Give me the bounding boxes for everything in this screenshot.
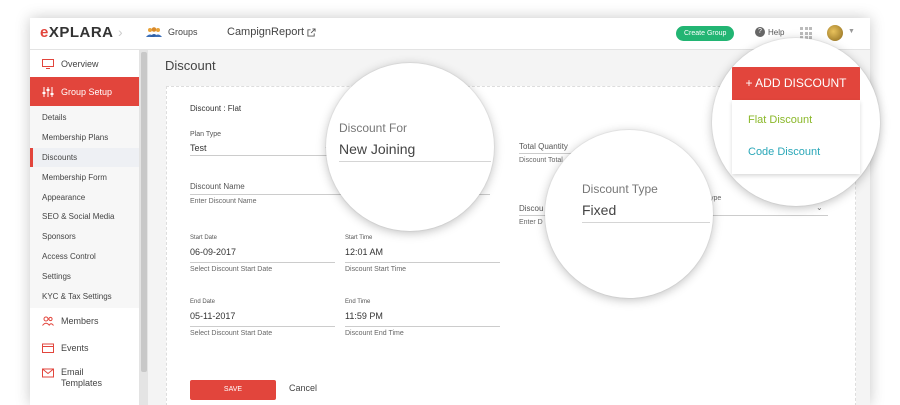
plan-type-underline bbox=[190, 155, 330, 156]
avatar[interactable] bbox=[827, 25, 843, 41]
sidebar-sub-discounts[interactable]: Discounts bbox=[30, 147, 139, 168]
external-link-icon bbox=[307, 27, 316, 37]
apps-grid-icon[interactable] bbox=[800, 27, 812, 39]
plan-type-label: Plan Type bbox=[190, 131, 222, 138]
members-icon bbox=[42, 316, 54, 327]
chevron-right-icon: › bbox=[118, 24, 123, 40]
start-date-input[interactable]: 06-09-2017 bbox=[190, 247, 236, 257]
menu-item-code-discount[interactable]: Code Discount bbox=[748, 146, 820, 158]
sidebar-item-label: Overview bbox=[61, 58, 99, 69]
chevron-down-icon[interactable]: ⌄ bbox=[816, 203, 823, 212]
discount-value-label: Discou bbox=[519, 204, 544, 213]
sidebar-sub-sponsors[interactable]: Sponsors bbox=[30, 227, 139, 247]
explara-logo[interactable]: eXPLARA bbox=[40, 24, 114, 41]
magnifier-discount-for: Discount For New Joining bbox=[326, 63, 494, 231]
help-icon: ? bbox=[755, 27, 765, 37]
groups-label: Groups bbox=[168, 27, 198, 37]
sidebar-item-members[interactable]: Members bbox=[30, 308, 139, 335]
menu-item-flat-discount[interactable]: Flat Discount bbox=[748, 114, 812, 126]
groups-icon bbox=[146, 27, 162, 37]
create-group-button[interactable]: Create Group bbox=[676, 26, 735, 41]
discount-for-underline bbox=[339, 161, 491, 162]
discount-name-placeholder: Enter Discount Name bbox=[190, 198, 257, 205]
discount-type-select[interactable] bbox=[710, 215, 828, 216]
end-time-underline bbox=[345, 326, 500, 327]
top-bar: eXPLARA › Groups CampignReport Create Gr… bbox=[30, 18, 870, 50]
end-time-label: End Time bbox=[345, 299, 371, 305]
sidebar: Overview Group Setup Details Membership … bbox=[30, 50, 140, 405]
campaign-breadcrumb[interactable]: CampignReport bbox=[227, 26, 316, 38]
sidebar-sub-settings[interactable]: Settings bbox=[30, 266, 139, 286]
add-discount-menu: Flat Discount Code Discount bbox=[732, 100, 860, 174]
start-time-hint: Discount Start Time bbox=[345, 266, 407, 273]
sidebar-scrollbar-thumb[interactable] bbox=[141, 52, 147, 372]
group-setup-submenu: Details Membership Plans Discounts Membe… bbox=[30, 106, 139, 308]
end-date-underline bbox=[190, 326, 335, 327]
sidebar-item-label: Group Setup bbox=[61, 86, 113, 97]
sidebar-item-events[interactable]: Events bbox=[30, 335, 139, 362]
discount-for-label: Discount For bbox=[339, 121, 408, 135]
chevron-down-icon[interactable]: ▼ bbox=[848, 28, 855, 35]
help-link[interactable]: ? Help bbox=[755, 27, 784, 37]
magnifier-add-discount: + ADD DISCOUNT Flat Discount Code Discou… bbox=[712, 38, 880, 206]
email-icon bbox=[42, 368, 54, 378]
end-time-hint: Discount End Time bbox=[345, 330, 404, 337]
discount-value-hint: Enter D bbox=[519, 219, 543, 226]
start-date-label: Start Date bbox=[190, 235, 218, 241]
end-date-hint: Select Discount Start Date bbox=[190, 330, 273, 337]
add-discount-button[interactable]: + ADD DISCOUNT bbox=[732, 67, 860, 100]
monitor-icon bbox=[42, 58, 54, 69]
end-date-label: End Date bbox=[190, 299, 216, 305]
sidebar-item-email-templates[interactable]: Email Templates bbox=[30, 362, 139, 396]
start-date-hint: Select Discount Start Date bbox=[190, 266, 273, 273]
discount-for-select[interactable]: New Joining bbox=[339, 141, 415, 157]
start-time-underline bbox=[345, 262, 500, 263]
sidebar-sub-seo-social[interactable]: SEO & Social Media bbox=[30, 207, 139, 227]
discount-name-label: Discount Name bbox=[190, 182, 245, 191]
sidebar-sub-access-control[interactable]: Access Control bbox=[30, 247, 139, 267]
magnifier-discount-type: Discount Type Fixed bbox=[545, 130, 713, 298]
discount-type-value[interactable]: Fixed bbox=[582, 202, 616, 218]
start-time-input[interactable]: 12:01 AM bbox=[345, 247, 383, 257]
sidebar-item-label: Email Templates bbox=[61, 366, 103, 388]
sidebar-sub-membership-plans[interactable]: Membership Plans bbox=[30, 128, 139, 148]
page-title: Discount bbox=[165, 58, 216, 73]
total-quantity-label: Total Quantity bbox=[519, 142, 568, 151]
start-time-label: Start Time bbox=[345, 235, 373, 241]
sliders-icon bbox=[42, 86, 54, 97]
help-label: Help bbox=[768, 27, 785, 37]
cancel-button[interactable]: Cancel bbox=[289, 383, 317, 393]
sidebar-item-label: Members bbox=[61, 316, 99, 327]
campaign-name: CampignReport bbox=[227, 26, 305, 38]
sidebar-sub-membership-form[interactable]: Membership Form bbox=[30, 167, 139, 187]
sidebar-sub-kyc-tax[interactable]: KYC & Tax Settings bbox=[30, 286, 139, 306]
calendar-icon bbox=[42, 343, 54, 354]
save-button[interactable]: SAVE bbox=[190, 380, 276, 400]
discount-type-label: Discount Type bbox=[582, 182, 658, 196]
discount-type-underline bbox=[582, 222, 710, 223]
plan-type-select[interactable]: Test bbox=[190, 143, 207, 153]
sidebar-item-label: Events bbox=[61, 343, 89, 354]
sidebar-sub-appearance[interactable]: Appearance bbox=[30, 187, 139, 207]
start-date-underline bbox=[190, 262, 335, 263]
logo-text: XPLARA bbox=[48, 24, 114, 41]
logo-e: e bbox=[40, 24, 49, 41]
sidebar-item-group-setup[interactable]: Group Setup bbox=[30, 77, 139, 106]
end-date-input[interactable]: 05-11-2017 bbox=[190, 311, 235, 321]
total-quantity-hint: Discount Total bbox=[519, 157, 563, 164]
sidebar-item-overview[interactable]: Overview bbox=[30, 50, 139, 77]
groups-link[interactable]: Groups bbox=[146, 27, 198, 37]
end-time-input[interactable]: 11:59 PM bbox=[345, 311, 383, 321]
discount-heading: Discount : Flat bbox=[190, 104, 242, 113]
sidebar-sub-details[interactable]: Details bbox=[30, 108, 139, 128]
